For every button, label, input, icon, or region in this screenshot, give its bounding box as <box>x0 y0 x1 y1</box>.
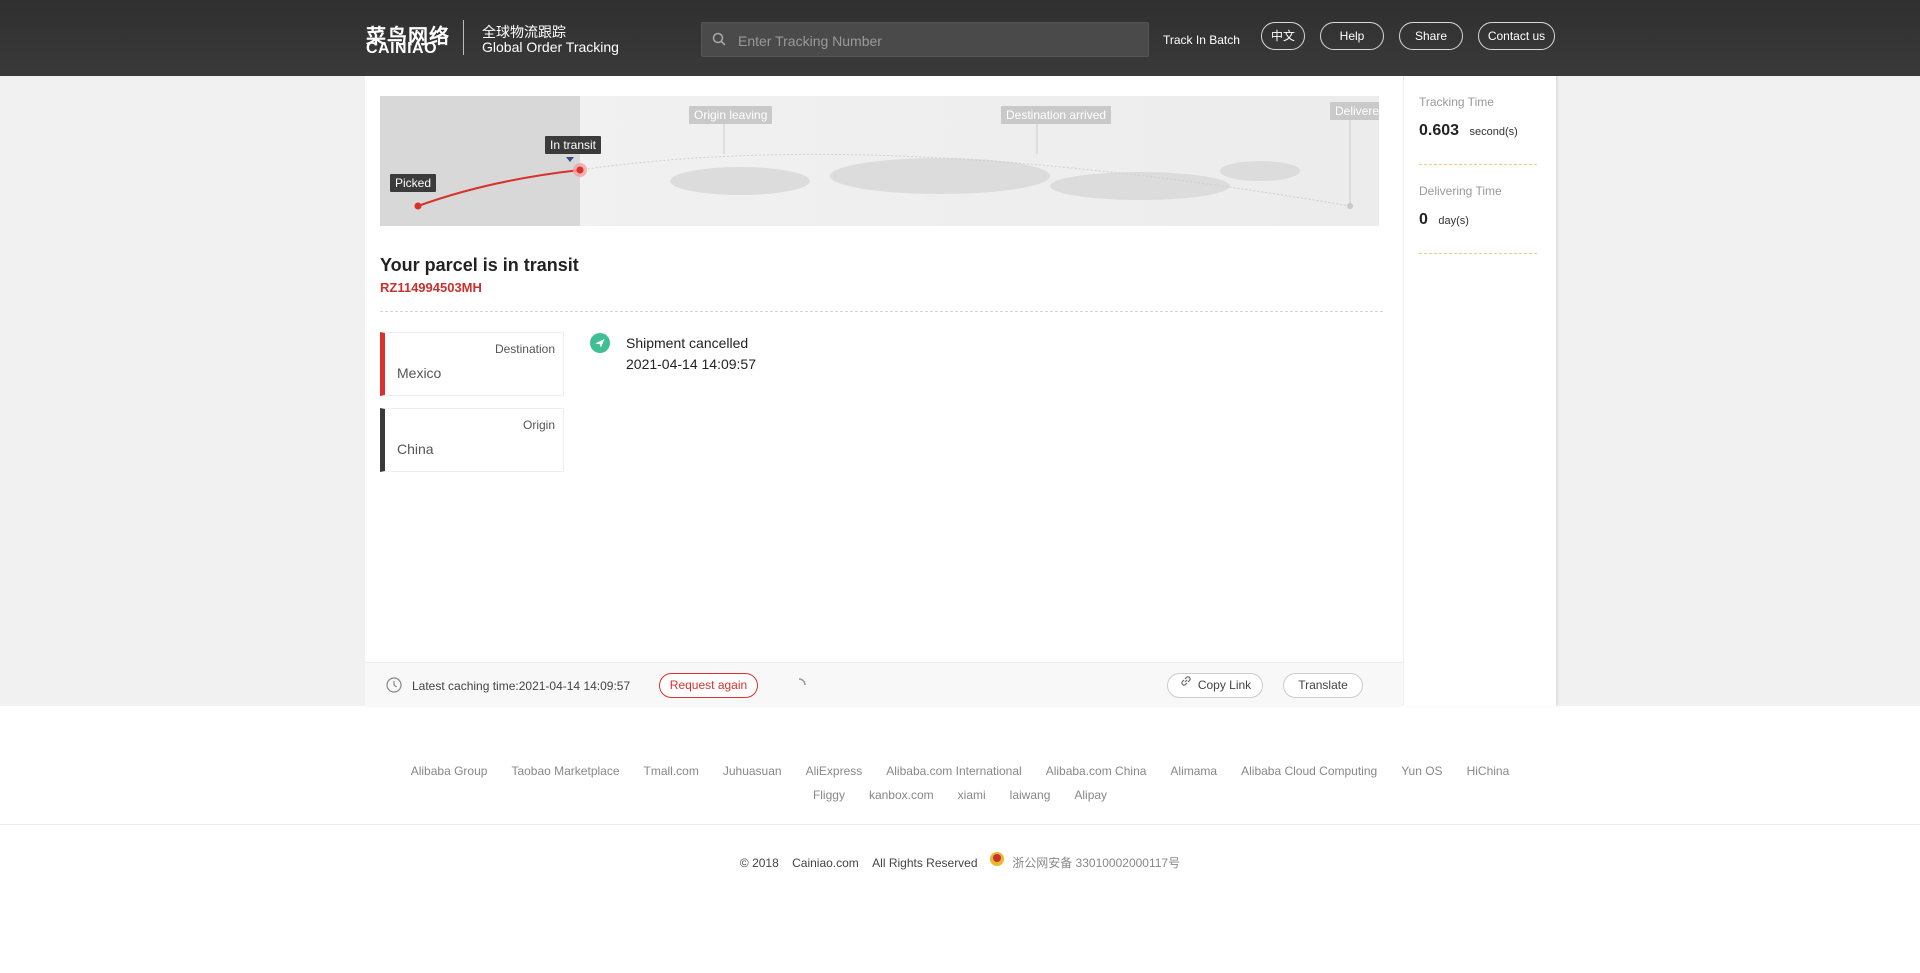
copyright-rights: All Rights Reserved <box>872 856 978 870</box>
footer-link[interactable]: xiami <box>958 788 986 802</box>
tracking-number-input[interactable] <box>736 23 1140 58</box>
link-icon <box>1179 673 1193 696</box>
tracking-time-label: Tracking Time <box>1419 95 1494 109</box>
stats-panel <box>1403 76 1556 706</box>
footer-link[interactable]: Alibaba Group <box>411 764 488 778</box>
icp-record[interactable]: 浙公网安备 33010002000117号 <box>1012 856 1180 870</box>
tracking-time: 0.603 second(s) <box>1419 122 1518 140</box>
police-badge-icon <box>989 851 1005 870</box>
side-divider <box>1419 253 1537 254</box>
tracking-time-value: 0.603 <box>1419 122 1460 139</box>
stage-origin-leaving: Origin leaving <box>689 106 773 124</box>
request-again-button[interactable]: Request again <box>659 673 758 698</box>
translate-button[interactable]: Translate <box>1283 673 1363 698</box>
footer-link[interactable]: Alibaba.com International <box>886 764 1021 778</box>
footer-link[interactable]: kanbox.com <box>869 788 934 802</box>
stage-destination-arrived: Destination arrived <box>1001 106 1112 124</box>
origin-label: Origin <box>522 418 555 432</box>
copy-link-label: Copy Link <box>1197 678 1252 692</box>
destination-value: Mexico <box>397 365 442 381</box>
footer-divider <box>0 824 1920 825</box>
stage-delivered: Delivere <box>1330 102 1379 120</box>
divider <box>380 311 1383 312</box>
footer-link[interactable]: Fliggy <box>813 788 845 802</box>
origin-card: Origin China <box>380 408 564 472</box>
parcel-status-title: Your parcel is in transit <box>380 255 579 275</box>
destination-card: Destination Mexico <box>380 332 564 396</box>
track-in-batch-link[interactable]: Track In Batch <box>1163 33 1240 47</box>
footer-link[interactable]: Tmall.com <box>644 764 699 778</box>
progress-route <box>406 118 1353 210</box>
language-button[interactable]: 中文 <box>1261 22 1305 50</box>
stage-picked: Picked <box>390 174 437 192</box>
footer-link[interactable]: Alimama <box>1170 764 1217 778</box>
tracking-number: RZ114994503MH <box>380 280 482 295</box>
delivering-time-label: Delivering Time <box>1419 184 1502 198</box>
side-divider <box>1419 164 1537 165</box>
footer-link[interactable]: AliExpress <box>806 764 863 778</box>
logo-divider <box>463 20 464 55</box>
copyright: © 2018 Cainiao.com All Rights Reserved 浙… <box>0 851 1920 871</box>
help-button[interactable]: Help <box>1320 22 1384 50</box>
delivering-time-value: 0 <box>1419 211 1428 228</box>
stage-in-transit: In transit <box>545 136 602 154</box>
loading-spinner-icon <box>792 678 806 697</box>
footer-link[interactable]: HiChina <box>1467 764 1510 778</box>
share-button[interactable]: Share <box>1399 22 1463 50</box>
footer-link[interactable]: Yun OS <box>1401 764 1442 778</box>
footer-link[interactable]: Alibaba.com China <box>1046 764 1147 778</box>
origin-value: China <box>397 441 434 457</box>
delivering-time: 0 day(s) <box>1419 211 1469 229</box>
footer-link[interactable]: Juhuasuan <box>723 764 782 778</box>
footer-link[interactable]: Alibaba Cloud Computing <box>1241 764 1377 778</box>
progress-map: Picked In transit Origin leaving Destina… <box>380 96 1379 226</box>
clock-icon <box>386 677 402 698</box>
copyright-year: © 2018 <box>739 856 779 870</box>
footer-links-row2: Fliggy kanbox.com xiami laiwang Alipay <box>0 788 1920 802</box>
subtitle-english: Global Order Tracking <box>482 39 619 55</box>
tracking-time-unit: second(s) <box>1469 126 1518 138</box>
destination-label: Destination <box>494 342 555 356</box>
cache-time-text: Latest caching time:2021-04-14 14:09:57 <box>412 679 631 693</box>
footer-link[interactable]: Taobao Marketplace <box>511 764 619 778</box>
copy-link-button[interactable]: Copy Link <box>1167 673 1263 698</box>
event-time: 2021-04-14 14:09:57 <box>626 356 756 372</box>
logo-english[interactable]: CAINIAO <box>366 40 437 58</box>
event-title: Shipment cancelled <box>626 335 749 351</box>
footer-link[interactable]: laiwang <box>1010 788 1051 802</box>
delivering-time-unit: day(s) <box>1438 215 1469 227</box>
airplane-icon <box>590 333 610 358</box>
search-box <box>701 22 1149 58</box>
footer-link[interactable]: Alipay <box>1074 788 1107 802</box>
copyright-site[interactable]: Cainiao.com <box>792 856 859 870</box>
footer-links-row1: Alibaba Group Taobao Marketplace Tmall.com… <box>0 764 1920 778</box>
contact-us-button[interactable]: Contact us <box>1478 22 1555 50</box>
search-icon <box>712 32 726 51</box>
